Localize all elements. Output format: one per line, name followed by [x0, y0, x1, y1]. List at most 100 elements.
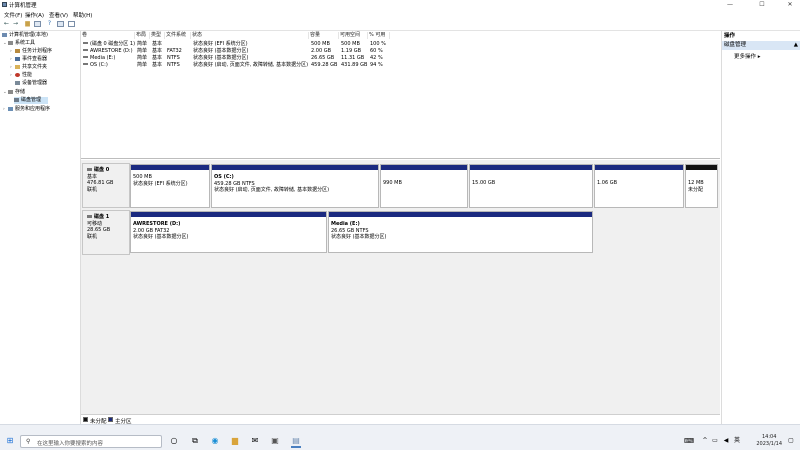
disk-status: 联机 — [87, 233, 98, 240]
keyboard-icon[interactable]: ⌨ — [684, 436, 694, 446]
forward-arrow-icon[interactable]: → — [12, 21, 19, 27]
legend: 未分配 主分区 — [81, 414, 720, 425]
volume-icon — [83, 49, 88, 51]
volume-status: 状态良好 (基本数据分区) — [193, 48, 249, 54]
clock[interactable]: 14:04 2023/1/14 — [756, 434, 782, 448]
volume-icon — [83, 56, 88, 58]
partition-media-e[interactable]: Media (E:) 26.65 GB NTFS 状态良好 (基本数据分区) — [328, 211, 593, 253]
maximize-button[interactable]: ☐ — [752, 0, 772, 10]
column-header-capacity[interactable]: 容量 — [309, 32, 339, 39]
cortana-icon[interactable]: ○ — [169, 436, 179, 446]
disk-view-icon[interactable] — [57, 21, 64, 27]
console-icon[interactable] — [68, 21, 75, 27]
task-view-icon[interactable]: ⧉ — [190, 436, 200, 446]
taskbar: ⊞ ⚲ 在这里输入你要搜索的内容 ○ ⧉ ◉ ▆ ✉ ▣ ▤ ⌨ ^ ▭ ◀ 英… — [0, 424, 800, 450]
partition-status: 状态良好 (EFI 系统分区) — [133, 180, 188, 187]
partition-15gb[interactable]: 15.00 GB — [469, 164, 593, 208]
actions-disk-management[interactable]: 磁盘管理 ▲ — [722, 41, 800, 50]
windows-start-icon[interactable]: ⊞ — [5, 436, 15, 446]
actions-pane: 操作 磁盘管理 ▲ 更多操作 ▸ — [721, 31, 800, 424]
partition-recovery-990mb[interactable]: 990 MB — [380, 164, 468, 208]
minimize-button[interactable]: — — [720, 0, 740, 10]
clock-time: 14:04 — [761, 434, 777, 440]
disk-icon — [87, 168, 92, 171]
toolbar: ← → ▆ ? — [0, 19, 800, 31]
tree-system-tools[interactable]: ⌄ 系统工具 — [3, 40, 35, 47]
tree-root[interactable]: 计算机管理(本地) — [2, 32, 48, 39]
chevron-up-icon[interactable]: ^ — [700, 436, 710, 446]
shared-folder-icon — [15, 64, 20, 69]
menu-help[interactable]: 帮助(H) — [73, 11, 92, 19]
computer-icon — [2, 32, 7, 37]
partition-awrestore-d[interactable]: AWRESTORE (D:) 2.00 GB FAT32 状态良好 (基本数据分区) — [130, 211, 327, 253]
window-title: 计算机管理 — [9, 3, 37, 9]
column-header-layout[interactable]: 布局 — [135, 32, 150, 39]
edge-icon[interactable]: ◉ — [210, 436, 220, 446]
tree-event-viewer[interactable]: › 事件查看器 — [10, 56, 47, 63]
volume-icon — [83, 42, 88, 44]
column-header-type[interactable]: 类型 — [150, 32, 165, 39]
services-icon — [8, 106, 13, 111]
partition-unallocated[interactable]: 12 MB 未分配 — [685, 164, 718, 208]
volume-type: 基本 — [152, 62, 163, 68]
volume-type: 基本 — [152, 41, 163, 47]
network-icon[interactable]: ▭ — [710, 436, 720, 446]
notification-icon[interactable]: ▢ — [786, 436, 796, 446]
volume-type: 基本 — [152, 48, 163, 54]
partition-os-c[interactable]: OS (C:) 459.28 GB NTFS 状态良好 (启动, 页面文件, 故障转… — [211, 164, 379, 208]
unallocated-bar — [686, 165, 717, 170]
partition-1gb[interactable]: 1.06 GB — [594, 164, 684, 208]
partition-size: 15.00 GB — [472, 180, 496, 186]
tree-services-apps[interactable]: › 服务和应用程序 — [3, 106, 50, 113]
column-header-status[interactable]: 状态 — [191, 32, 309, 39]
computer-management-taskbar-icon[interactable]: ▤ — [291, 436, 301, 448]
disk-1-label[interactable]: 磁盘 1 可移动 28.65 GB 联机 — [82, 210, 130, 255]
more-actions[interactable]: 更多操作 ▸ — [734, 52, 761, 60]
disk-name: 磁盘 1 — [94, 214, 110, 220]
column-header-free-space[interactable]: 可用空间 — [339, 32, 368, 39]
column-header-percent-free[interactable]: % 可用 — [368, 32, 390, 39]
partition-status: 未分配 — [688, 186, 704, 193]
partition-efi[interactable]: 500 MB 状态良好 (EFI 系统分区) — [130, 164, 210, 208]
volume-capacity: 2.00 GB — [311, 48, 332, 54]
tree-performance[interactable]: › 性能 — [10, 72, 32, 79]
column-header-filesystem[interactable]: 文件系统 — [165, 32, 191, 39]
computer-management-icon — [2, 2, 7, 7]
mail-icon[interactable]: ✉ — [250, 436, 260, 446]
partition-status: 状态良好 (启动, 页面文件, 故障转储, 基本数据分区) — [214, 187, 330, 193]
close-button[interactable]: ✕ — [780, 0, 800, 10]
chevron-up-icon: ▲ — [793, 42, 798, 48]
help-icon[interactable]: ? — [46, 21, 53, 27]
tree-device-manager[interactable]: 设备管理器 — [15, 80, 47, 87]
back-arrow-icon[interactable]: ← — [3, 21, 10, 27]
device-manager-icon — [15, 80, 20, 85]
volume-filesystem: NTFS — [167, 62, 180, 68]
volume-layout: 简单 — [137, 48, 148, 54]
tree-task-scheduler[interactable]: › 任务计划程序 — [10, 48, 52, 55]
file-explorer-icon[interactable]: ▆ — [230, 436, 240, 446]
tree-disk-management[interactable]: 磁盘管理 — [14, 97, 48, 104]
search-placeholder: 在这里输入你要搜索的内容 — [37, 441, 104, 447]
volume-icon[interactable]: ◀ — [721, 436, 731, 446]
volume-percent-free: 60 % — [370, 48, 383, 54]
language-icon[interactable]: 英 — [732, 436, 742, 446]
taskbar-search[interactable]: ⚲ 在这里输入你要搜索的内容 — [20, 435, 162, 448]
menu-action[interactable]: 操作(A) — [25, 11, 44, 19]
menu-view[interactable]: 查看(V) — [49, 11, 68, 19]
primary-partition-bar — [470, 165, 592, 170]
disk-0-label[interactable]: 磁盘 0 基本 476.81 GB 联机 — [82, 163, 130, 208]
volume-name: (磁盘 0 磁盘分区 1) — [83, 41, 135, 47]
primary-partition-swatch — [108, 417, 113, 422]
event-log-icon — [15, 56, 20, 61]
store-icon[interactable]: ▣ — [270, 436, 280, 446]
tree-storage[interactable]: ⌄ 存储 — [3, 89, 25, 96]
primary-partition-bar — [329, 212, 592, 217]
column-header-volume[interactable]: 卷 — [81, 32, 135, 39]
properties-icon[interactable] — [34, 21, 41, 27]
tree-shared-folders[interactable]: › 共享文件夹 — [10, 64, 47, 71]
folder-icon[interactable]: ▆ — [24, 21, 31, 27]
partition-status: 状态良好 (基本数据分区) — [133, 234, 189, 240]
title-bar: 计算机管理 — ☐ ✕ — [0, 0, 800, 10]
menu-file[interactable]: 文件(F) — [4, 11, 22, 19]
performance-icon — [15, 72, 20, 77]
